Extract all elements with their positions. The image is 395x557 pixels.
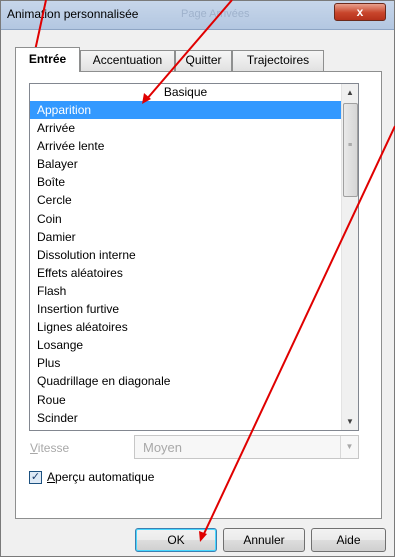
speed-dropdown[interactable]: Moyen ▼ [134,435,359,459]
background-window-title: Page Arrivées [181,8,250,20]
ok-button[interactable]: OK [135,528,217,552]
effects-list-items: Apparition Arrivée Arrivée lente Balayer Boî… [30,101,357,427]
help-label: Aide [336,533,361,547]
close-button[interactable]: x [334,3,386,21]
chevron-down-icon[interactable]: ▼ [340,436,358,458]
tab-label: Accentuation [92,53,163,67]
tab-entree[interactable]: Entrée [15,47,80,72]
list-item[interactable]: Arrivée [30,119,357,137]
custom-animation-dialog: Animation personnalisée Page Arrivées x … [0,0,395,557]
tab-quitter[interactable]: Quitter [175,50,232,71]
list-item[interactable]: Coin [30,210,357,228]
effects-list[interactable]: Basique Apparition Arrivée Arrivée lente Ba… [29,83,359,431]
help-button[interactable]: Aide [311,528,386,552]
list-item[interactable]: Boîte [30,173,357,191]
list-item[interactable]: Apparition [30,101,357,120]
scrollbar-thumb[interactable]: ≡ [343,103,358,197]
cancel-label: Annuler [243,533,285,547]
speed-label: Vitesse [30,441,70,455]
list-item[interactable]: Scinder [30,409,357,427]
list-item[interactable]: Effets aléatoires [30,264,357,282]
list-item[interactable]: Damier [30,228,357,246]
cancel-button[interactable]: Annuler [223,528,305,552]
tab-label: Entrée [28,52,67,66]
speed-value: Moyen [143,440,183,455]
tab-trajectoires[interactable]: Trajectoires [232,50,324,71]
list-item[interactable]: Insertion furtive [30,300,357,318]
list-item[interactable]: Losange [30,336,357,354]
list-item[interactable]: Arrivée lente [30,137,357,155]
auto-preview-label: Aperçu automatique [47,470,155,484]
category-header: Basique [30,84,341,102]
checkmark-icon: ✓ [30,471,41,483]
list-item[interactable]: Quadrillage en diagonale [30,372,357,390]
list-item[interactable]: Roue [30,391,357,409]
list-item[interactable]: Flash [30,282,357,300]
grip-icon: ≡ [348,142,353,149]
list-item[interactable]: Dissolution interne [30,246,357,264]
title-bar[interactable]: Animation personnalisée Page Arrivées x [1,1,394,30]
scroll-up-icon[interactable]: ▲ [342,84,358,101]
window-title: Animation personnalisée [7,7,139,21]
tab-label: Trajectoires [246,53,310,67]
tab-accentuation[interactable]: Accentuation [80,50,175,71]
list-item[interactable]: Plus [30,354,357,372]
ok-label: OK [167,533,185,547]
list-item[interactable]: Balayer [30,155,357,173]
tab-label: Quitter [185,53,222,67]
close-icon: x [356,5,364,19]
list-scrollbar[interactable]: ▲ ≡ ▼ [341,84,358,430]
scroll-down-icon[interactable]: ▼ [342,413,358,430]
list-item[interactable]: Cercle [30,191,357,209]
list-item[interactable]: Lignes aléatoires [30,318,357,336]
auto-preview-checkbox[interactable]: ✓ [29,471,42,484]
